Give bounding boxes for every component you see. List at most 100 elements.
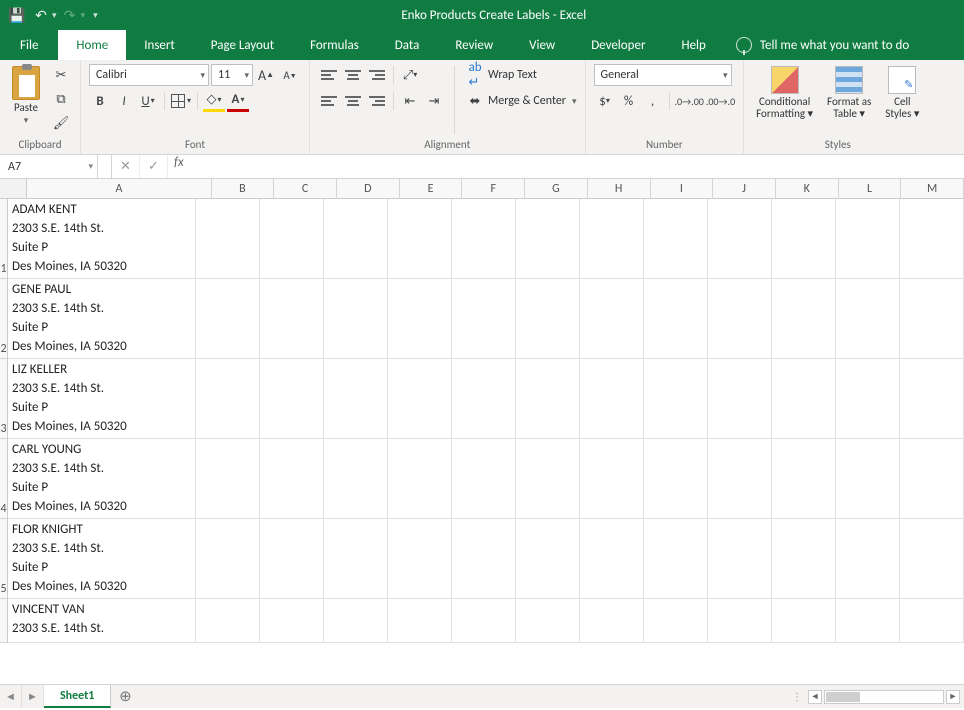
cell[interactable] [324,599,388,642]
copy-button[interactable]: ⧉ [50,88,72,110]
cell-styles-button[interactable]: ✎ CellStyles ▾ [881,64,923,122]
cell[interactable] [452,519,516,598]
cell[interactable] [260,359,324,438]
cell[interactable] [516,519,580,598]
column-header-I[interactable]: I [651,179,714,198]
row-header[interactable]: 3 [0,359,8,439]
cell[interactable] [900,439,964,518]
cell[interactable]: CARL YOUNG 2303 S.E. 14th St. Suite P De… [8,439,196,518]
align-center-button[interactable] [342,90,364,112]
row-header[interactable]: 5 [0,519,8,599]
align-top-button[interactable] [318,64,340,86]
customize-qat-icon[interactable]: ▾ [93,10,98,21]
bold-button[interactable]: B [89,90,111,112]
cell[interactable] [900,519,964,598]
cell[interactable] [836,599,900,642]
format-as-table-button[interactable]: Format asTable ▾ [823,64,875,122]
sheet-tab-sheet1[interactable]: Sheet1 [44,685,111,708]
cell[interactable] [452,359,516,438]
cells-area[interactable]: ADAM KENT 2303 S.E. 14th St. Suite P Des… [8,199,964,643]
cell[interactable]: LIZ KELLER 2303 S.E. 14th St. Suite P De… [8,359,196,438]
merge-center-button[interactable]: ⬌ Merge & Center ▾ [464,90,577,112]
cell[interactable] [260,519,324,598]
cell[interactable] [196,279,260,358]
column-header-G[interactable]: G [525,179,588,198]
column-header-M[interactable]: M [901,179,964,198]
orientation-button[interactable]: ⤢▾ [399,64,421,86]
cell[interactable] [388,439,452,518]
scroll-right-button[interactable]: ► [946,690,960,704]
decrease-font-button[interactable]: A▼ [279,64,301,86]
cell[interactable] [452,599,516,642]
cell[interactable] [580,279,644,358]
cell[interactable] [772,199,836,278]
cell[interactable] [196,599,260,642]
decrease-indent-button[interactable]: ⇤ [399,90,421,112]
cell[interactable]: FLOR KNIGHT 2303 S.E. 14th St. Suite P D… [8,519,196,598]
cell[interactable] [388,519,452,598]
cell[interactable] [644,439,708,518]
column-header-E[interactable]: E [400,179,463,198]
cell[interactable] [900,599,964,642]
cell[interactable] [580,519,644,598]
number-format-select[interactable]: General [594,64,732,86]
column-header-K[interactable]: K [776,179,839,198]
tab-page-layout[interactable]: Page Layout [193,30,292,60]
cell[interactable] [644,199,708,278]
cell[interactable] [196,519,260,598]
tab-developer[interactable]: Developer [573,30,663,60]
cell[interactable] [580,599,644,642]
increase-decimal-button[interactable]: .0→.00 [675,90,704,112]
cell[interactable] [836,279,900,358]
cell[interactable] [900,279,964,358]
column-header-L[interactable]: L [839,179,902,198]
cell[interactable] [388,599,452,642]
font-color-button[interactable]: A▾ [227,90,249,112]
cell[interactable] [772,439,836,518]
row-header[interactable]: 2 [0,279,8,359]
cell[interactable] [452,199,516,278]
fx-icon[interactable]: fx [168,155,190,178]
cell[interactable]: VINCENT VAN 2303 S.E. 14th St. [8,599,196,642]
tab-formulas[interactable]: Formulas [292,30,377,60]
sheet-nav-prev[interactable]: ◄ [0,685,22,708]
cell[interactable] [900,199,964,278]
column-header-C[interactable]: C [274,179,337,198]
spreadsheet-grid[interactable]: ABCDEFGHIJKLM 12345 ADAM KENT 2303 S.E. … [0,179,964,684]
select-all-corner[interactable] [0,179,27,198]
underline-button[interactable]: U▾ [137,90,159,112]
align-middle-button[interactable] [342,64,364,86]
align-left-button[interactable] [318,90,340,112]
save-icon[interactable]: 💾 [6,4,28,26]
cell[interactable] [324,519,388,598]
tab-file[interactable]: File [0,30,58,60]
cancel-formula-button[interactable]: ✕ [112,155,140,178]
horizontal-scrollbar[interactable] [824,690,944,704]
cell[interactable] [260,199,324,278]
cell[interactable] [260,439,324,518]
cell[interactable] [196,359,260,438]
font-name-select[interactable]: Calibri [89,64,209,86]
cell[interactable] [836,359,900,438]
borders-button[interactable]: ▾ [170,90,192,112]
cell[interactable] [708,519,772,598]
align-right-button[interactable] [366,90,388,112]
italic-button[interactable]: I [113,90,135,112]
formula-input[interactable] [190,155,964,178]
tab-data[interactable]: Data [377,30,438,60]
cell[interactable] [772,519,836,598]
cell[interactable] [772,279,836,358]
cell[interactable] [772,359,836,438]
cell[interactable] [644,359,708,438]
cell[interactable] [260,599,324,642]
scroll-left-button[interactable]: ◄ [808,690,822,704]
increase-indent-button[interactable]: ⇥ [423,90,445,112]
cell[interactable] [644,599,708,642]
increase-font-button[interactable]: A▲ [255,64,277,86]
column-header-F[interactable]: F [462,179,525,198]
column-header-H[interactable]: H [588,179,651,198]
column-header-A[interactable]: A [27,179,211,198]
cell[interactable] [388,279,452,358]
cell[interactable] [324,359,388,438]
currency-button[interactable]: $▾ [594,90,616,112]
